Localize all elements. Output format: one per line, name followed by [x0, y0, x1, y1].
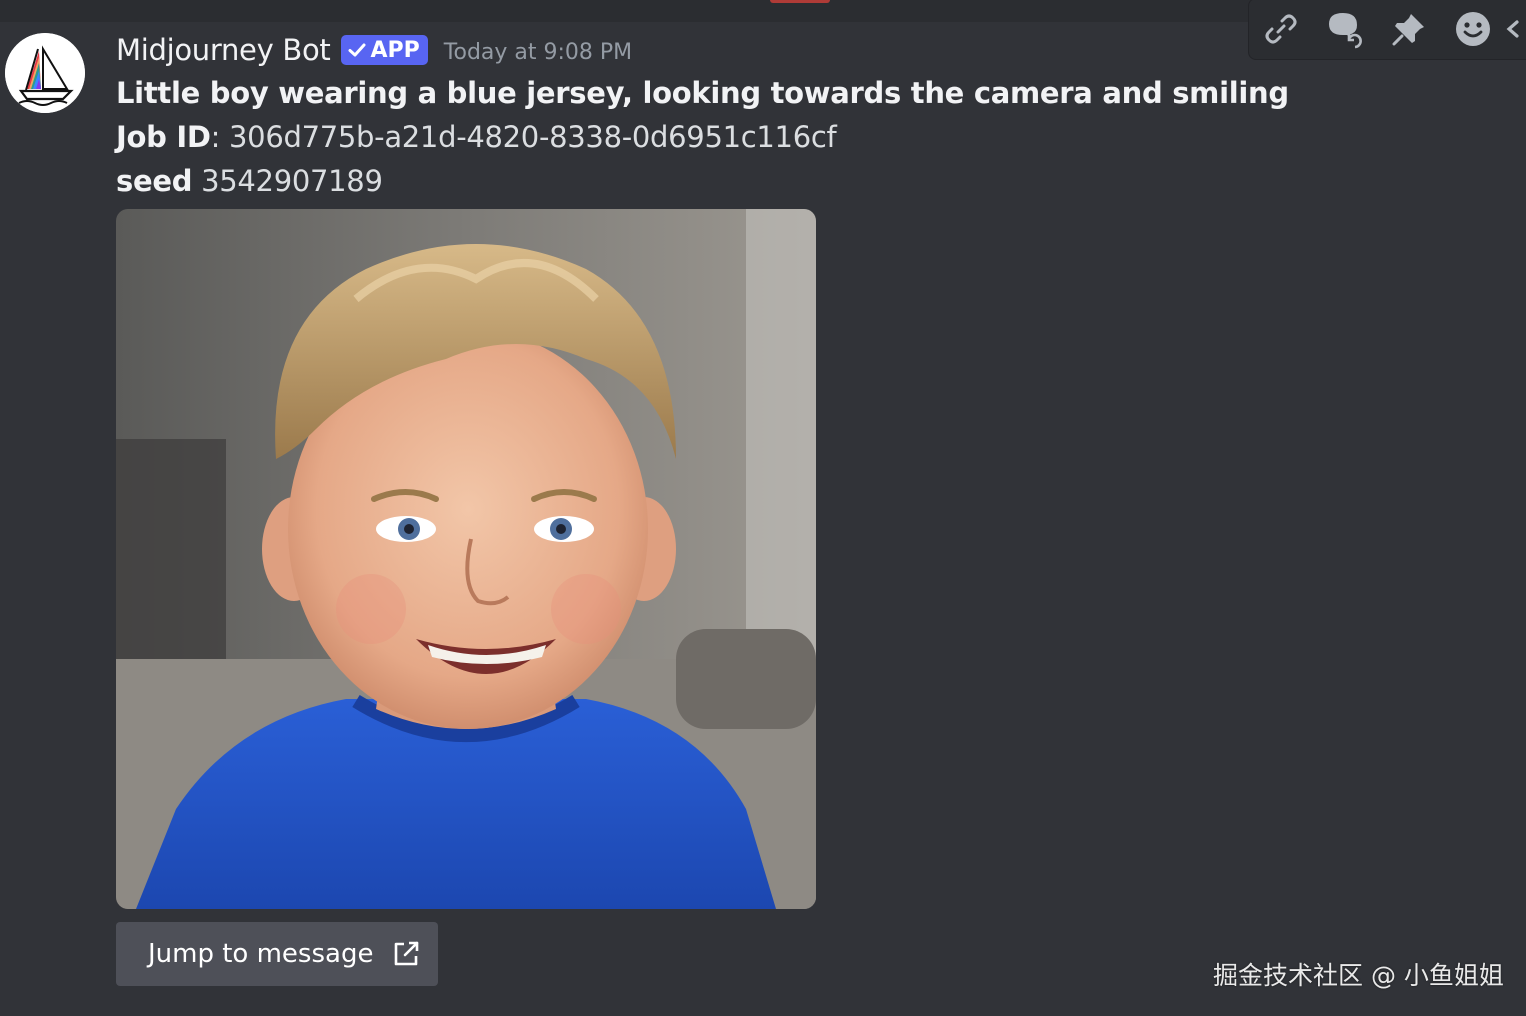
job-id-value: : 306d775b-a21d-4820-8338-0d6951c116cf — [210, 120, 837, 154]
add-reaction-button[interactable] — [1441, 1, 1505, 57]
jump-to-message-label: Jump to message — [148, 939, 374, 969]
job-id-label: Job ID — [116, 120, 211, 154]
jump-to-message-button[interactable]: Jump to message — [116, 922, 438, 986]
message-hover-toolbar — [1248, 0, 1526, 60]
prompt-text: Little boy wearing a blue jersey, lookin… — [116, 76, 1289, 110]
message-header: Midjourney Bot APP Today at 9:08 PM — [116, 33, 632, 67]
seed-line: seed 3542907189 — [116, 164, 383, 198]
seed-value: 3542907189 — [192, 164, 383, 198]
job-id-line: Job ID: 306d775b-a21d-4820-8338-0d6951c1… — [116, 120, 837, 154]
emoji-icon — [1456, 12, 1490, 46]
app-badge: APP — [340, 35, 428, 65]
thread-icon — [1329, 13, 1363, 49]
seed-label: seed — [116, 164, 193, 198]
pin-message-button[interactable] — [1377, 1, 1441, 57]
external-link-icon — [391, 939, 421, 969]
chevron-left-icon — [1506, 20, 1519, 38]
unread-indicator — [770, 0, 830, 3]
watermark-text: 掘金技术社区 @ 小鱼姐姐 — [1213, 961, 1504, 990]
more-options-button[interactable] — [1505, 1, 1526, 57]
pin-icon — [1392, 14, 1424, 46]
copy-link-button[interactable] — [1249, 1, 1313, 57]
generated-image[interactable] — [116, 209, 816, 909]
message-timestamp[interactable]: Today at 9:08 PM — [444, 40, 632, 65]
author-name[interactable]: Midjourney Bot — [116, 33, 331, 67]
bot-avatar[interactable] — [5, 33, 85, 113]
app-badge-label: APP — [370, 37, 420, 63]
link-icon — [1265, 14, 1297, 44]
create-thread-button[interactable] — [1313, 1, 1377, 57]
sailboat-logo-icon — [5, 33, 85, 113]
verified-check-icon — [348, 43, 365, 57]
